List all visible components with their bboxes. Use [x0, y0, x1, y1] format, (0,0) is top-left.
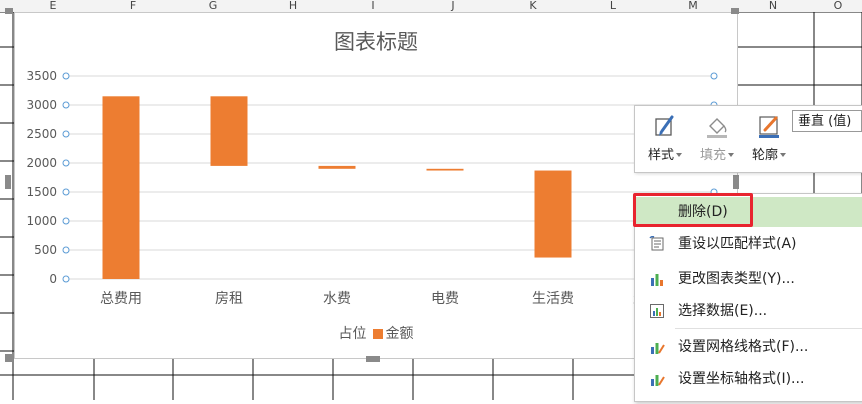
menu-item-label: 更改图表类型(Y)... — [678, 271, 795, 287]
chart-type-icon — [651, 274, 663, 286]
context-menu: 删除(D) 重设以匹配样式(A) 更改图表类型(Y)... 选择数据(E)... — [634, 193, 862, 402]
bar-4 — [426, 168, 464, 171]
y-tick-label: 500 — [34, 243, 57, 257]
y-tick-label: 3000 — [26, 98, 57, 112]
chart-element-selector[interactable]: 垂直 (值) — [792, 110, 862, 132]
column-header-e[interactable]: E — [38, 0, 68, 12]
column-header-j[interactable]: J — [438, 0, 468, 12]
bar-1 — [102, 96, 140, 279]
y-tick-label: 3500 — [26, 69, 57, 83]
resize-handle-right[interactable] — [733, 175, 739, 189]
y-tick-label: 1500 — [26, 185, 57, 199]
x-tick-label: 总费用 — [100, 291, 142, 307]
menu-item-label: 选择数据(E)... — [678, 303, 768, 319]
resize-handle-bottom[interactable] — [366, 356, 380, 362]
selection-handle — [62, 217, 70, 225]
selection-handle — [62, 188, 70, 196]
bar-5 — [534, 170, 572, 258]
style-button[interactable]: 样式 — [639, 112, 691, 168]
column-header-f[interactable]: F — [118, 0, 148, 12]
menu-item-label: 设置网格线格式(F)... — [678, 339, 809, 355]
menu-item-label: 重设以匹配样式(A) — [678, 236, 797, 252]
column-header-n[interactable]: N — [758, 0, 788, 12]
pen-outline-icon — [759, 116, 779, 138]
selection-handle — [62, 101, 70, 109]
select-data-icon — [650, 304, 664, 318]
column-header-m[interactable]: M — [678, 0, 708, 12]
gridline-format-icon — [651, 343, 665, 354]
x-tick-label: 电费 — [431, 291, 459, 307]
menu-item-format-axis[interactable]: 设置坐标轴格式(I)... — [635, 364, 862, 394]
outline-label: 轮廓 — [752, 148, 786, 163]
menu-item-reset-style[interactable]: 重设以匹配样式(A) — [635, 229, 862, 259]
resize-handle-top-left[interactable] — [5, 8, 13, 14]
selection-handle — [710, 72, 718, 80]
column-header-g[interactable]: G — [198, 0, 228, 12]
selection-handle — [62, 159, 70, 167]
paint-bucket-icon — [707, 118, 727, 138]
axis-format-icon — [651, 375, 665, 386]
column-header-i[interactable]: I — [358, 0, 388, 12]
column-header-o[interactable]: O — [823, 0, 853, 12]
fill-button[interactable]: 填充 — [691, 112, 743, 168]
menu-item-label: 删除(D) — [678, 204, 728, 220]
style-label: 样式 — [648, 148, 682, 163]
legend-entry-amount: 金额 — [385, 326, 414, 342]
menu-item-label: 设置坐标轴格式(I)... — [678, 371, 805, 387]
chart-legend[interactable]: 占位 金额 — [15, 323, 737, 343]
menu-item-delete[interactable]: 删除(D) — [635, 197, 862, 227]
outline-button[interactable]: 轮廓 — [743, 112, 795, 168]
selection-handle — [62, 246, 70, 254]
legend-entry-placeholder: 占位 — [338, 326, 367, 342]
menu-item-format-gridlines[interactable]: 设置网格线格式(F)... — [635, 332, 862, 362]
menu-item-select-data[interactable]: 选择数据(E)... — [635, 296, 862, 326]
plot-area[interactable]: 0 500 1000 1500 2000 2500 3000 3500 总费用 房租 水费 电费 生活费… — [15, 13, 737, 358]
resize-handle-left[interactable] — [5, 175, 11, 189]
x-tick-label: 水费 — [323, 291, 351, 307]
resize-handle-top-right[interactable] — [731, 8, 739, 14]
x-tick-label: 房租 — [215, 291, 243, 307]
menu-item-change-chart-type[interactable]: 更改图表类型(Y)... — [635, 264, 862, 294]
y-tick-label: 1000 — [26, 214, 57, 228]
menu-separator — [675, 328, 862, 329]
column-header-h[interactable]: H — [278, 0, 308, 12]
bar-3 — [318, 165, 356, 169]
bar-2 — [210, 96, 248, 166]
y-tick-label: 2500 — [26, 127, 57, 141]
x-tick-label: 生活费 — [532, 291, 574, 307]
column-header-k[interactable]: K — [518, 0, 548, 12]
selection-handle — [62, 130, 70, 138]
reset-style-icon — [649, 236, 664, 251]
fill-label: 填充 — [700, 148, 734, 163]
chart-area[interactable]: 图表标题 0 500 1000 1500 2000 2500 3000 3500 总费用 房租 水费… — [14, 12, 738, 359]
selection-handle — [62, 72, 70, 80]
y-tick-label: 2000 — [26, 156, 57, 170]
paintbrush-icon — [655, 115, 674, 136]
resize-handle-bottom-left[interactable] — [5, 354, 13, 362]
legend-swatch-amount — [372, 329, 383, 339]
y-tick-label: 0 — [49, 272, 57, 286]
selection-handle — [62, 275, 70, 283]
column-header-l[interactable]: L — [598, 0, 628, 12]
